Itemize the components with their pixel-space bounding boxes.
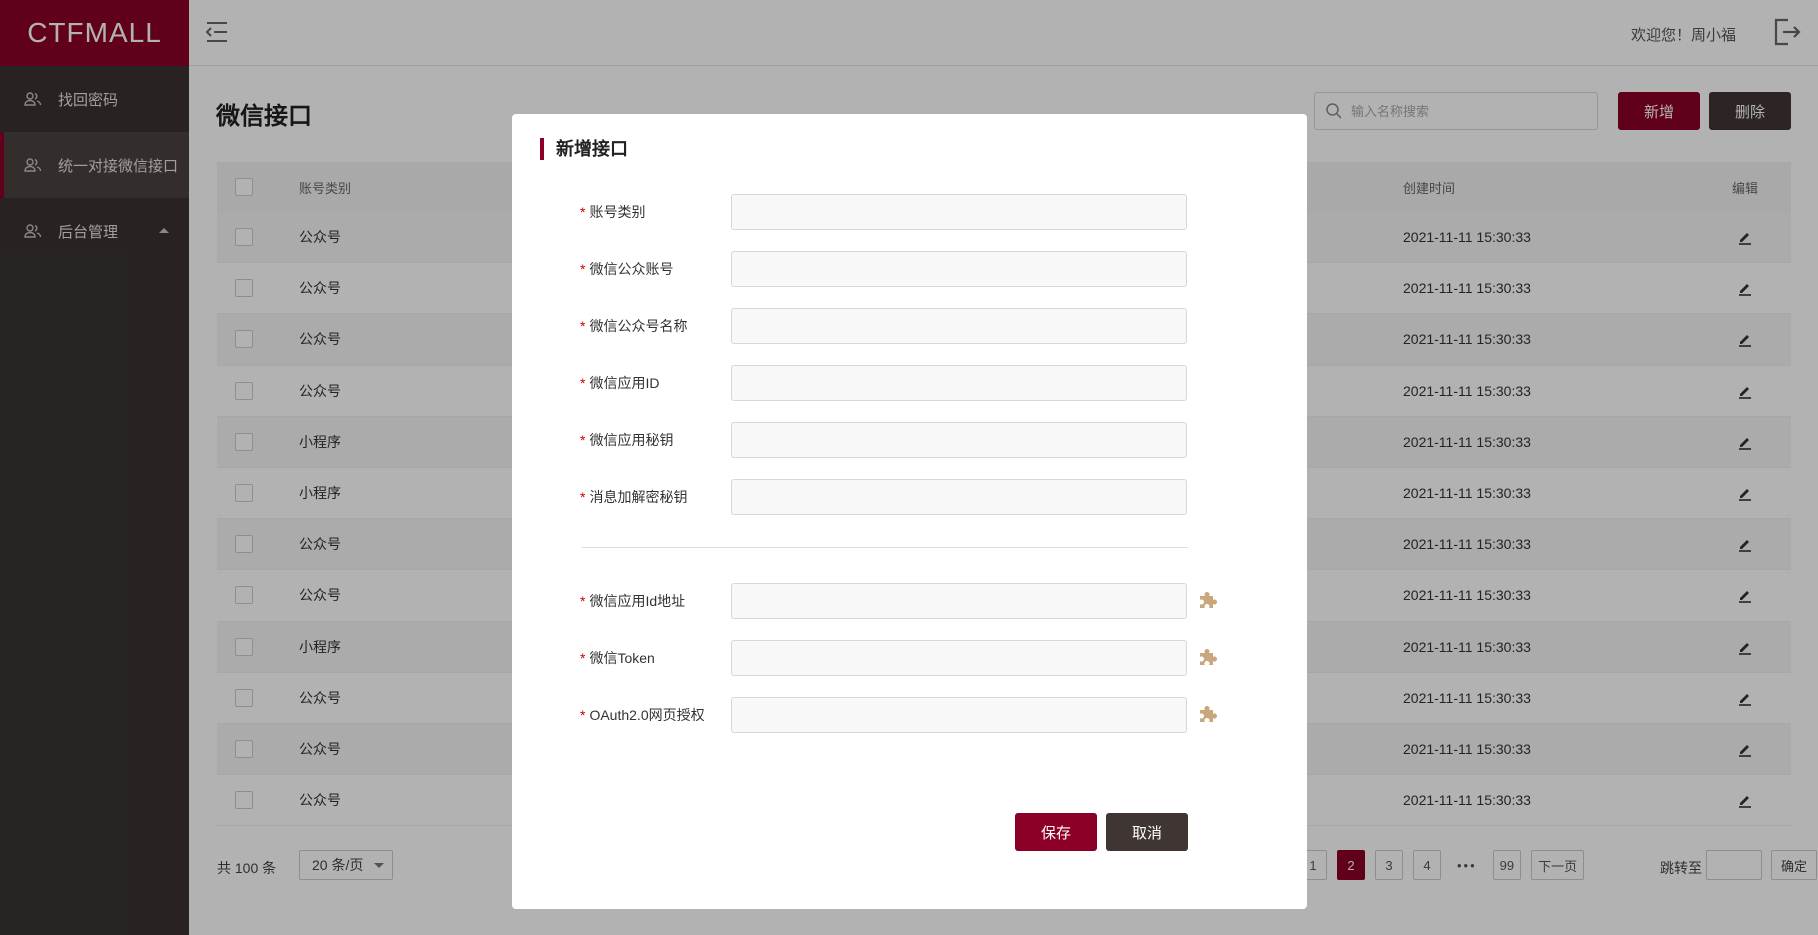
- encrypt-key-input[interactable]: [731, 479, 1187, 515]
- form-row-oauth: * OAuth2.0网页授权: [580, 697, 1219, 733]
- wechat-name-input[interactable]: [731, 308, 1187, 344]
- field-label: 微信应用ID: [589, 375, 660, 391]
- required-mark: *: [580, 375, 586, 391]
- required-mark: *: [580, 593, 586, 609]
- required-mark: *: [580, 318, 586, 334]
- form-divider: [582, 547, 1188, 548]
- field-label: 账号类别: [589, 204, 646, 220]
- account-type-input[interactable]: [731, 194, 1187, 230]
- field-label: 微信公众账号: [589, 261, 674, 277]
- app-id-input[interactable]: [731, 365, 1187, 401]
- required-mark: *: [580, 707, 586, 723]
- field-label: 微信Token: [589, 650, 655, 666]
- app-id-url-input[interactable]: [731, 583, 1187, 619]
- save-button[interactable]: 保存: [1015, 813, 1097, 851]
- form-row-token: * 微信Token: [580, 640, 1219, 676]
- required-mark: *: [580, 650, 586, 666]
- add-interface-modal: 新增接口 * 账号类别 * 微信公众账号 * 微信公众号名称 * 微信应用ID * 微信应…: [512, 114, 1307, 909]
- modal-title: 新增接口: [540, 138, 628, 160]
- token-input[interactable]: [731, 640, 1187, 676]
- cancel-button[interactable]: 取消: [1106, 813, 1188, 851]
- required-mark: *: [580, 489, 586, 505]
- puzzle-icon[interactable]: [1197, 704, 1219, 726]
- required-mark: *: [580, 432, 586, 448]
- wechat-account-input[interactable]: [731, 251, 1187, 287]
- field-label: OAuth2.0网页授权: [589, 707, 705, 723]
- required-mark: *: [580, 261, 586, 277]
- form-row-encrypt-key: * 消息加解密秘钥: [580, 479, 1187, 515]
- form-row-wechat-name: * 微信公众号名称: [580, 308, 1187, 344]
- form-row-app-id: * 微信应用ID: [580, 365, 1187, 401]
- oauth-input[interactable]: [731, 697, 1187, 733]
- form-row-app-id-url: * 微信应用Id地址: [580, 583, 1219, 619]
- required-mark: *: [580, 204, 586, 220]
- puzzle-icon[interactable]: [1197, 590, 1219, 612]
- form-row-app-secret: * 微信应用秘钥: [580, 422, 1187, 458]
- app-secret-input[interactable]: [731, 422, 1187, 458]
- form-row-wechat-account: * 微信公众账号: [580, 251, 1187, 287]
- field-label: 微信公众号名称: [589, 318, 688, 334]
- field-label: 微信应用秘钥: [589, 432, 674, 448]
- field-label: 消息加解密秘钥: [589, 489, 688, 505]
- form-row-account-type: * 账号类别: [580, 194, 1187, 230]
- puzzle-icon[interactable]: [1197, 647, 1219, 669]
- field-label: 微信应用Id地址: [589, 593, 686, 609]
